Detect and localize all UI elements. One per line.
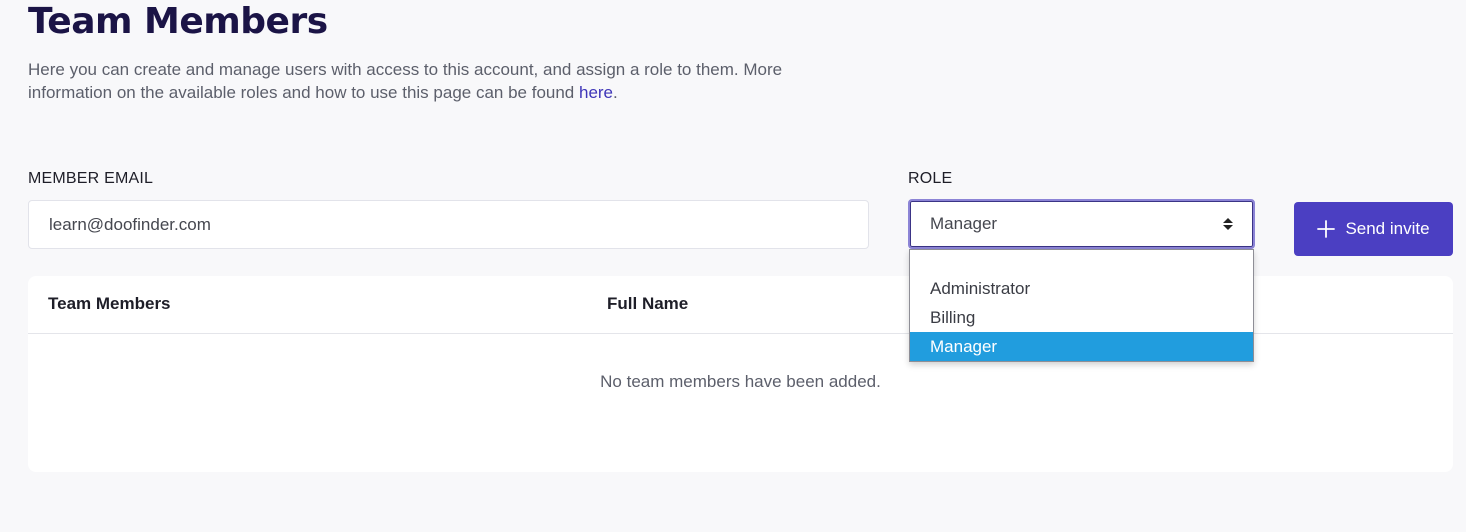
role-option-manager[interactable]: Manager <box>910 332 1253 361</box>
send-invite-button[interactable]: Send invite <box>1294 202 1453 256</box>
role-select-value: Manager <box>930 214 998 233</box>
role-select[interactable]: Manager <box>908 199 1255 249</box>
intro-end: . <box>613 83 618 102</box>
column-header-full-name: Full Name <box>607 294 689 313</box>
intro-text: Here you can create and manage users wit… <box>28 60 783 102</box>
page-description: Here you can create and manage users wit… <box>28 58 828 104</box>
page-title: Team Members <box>28 1 328 42</box>
member-email-input[interactable] <box>28 200 869 249</box>
role-label: ROLE <box>908 170 953 187</box>
send-invite-label: Send invite <box>1345 219 1430 238</box>
member-email-label: MEMBER EMAIL <box>28 170 154 187</box>
help-link[interactable]: here <box>579 83 613 102</box>
role-option-billing[interactable]: Billing <box>910 303 1253 332</box>
role-dropdown-list: Administrator Billing Manager <box>909 249 1254 362</box>
column-header-team-members: Team Members <box>48 294 171 313</box>
select-arrows-icon <box>1223 218 1233 230</box>
role-option-administrator[interactable]: Administrator <box>910 274 1253 303</box>
team-members-page: Team Members Here you can create and man… <box>0 0 1466 532</box>
empty-state-message: No team members have been added. <box>600 372 881 391</box>
plus-icon <box>1317 220 1336 238</box>
